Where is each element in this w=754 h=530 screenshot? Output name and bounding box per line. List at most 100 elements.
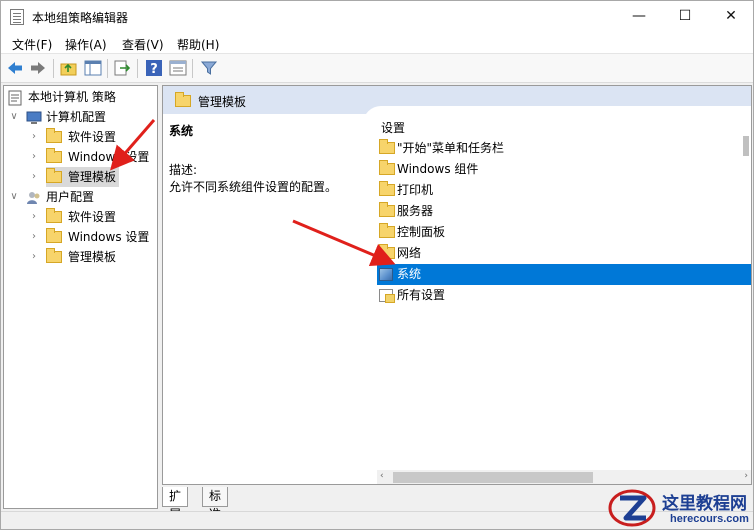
tree-item-label: 管理模板 <box>68 250 117 264</box>
details-pane: 管理模板 系统 描述: 允许不同系统组件设置的配置。 设置 "开始"菜单和任务栏… <box>162 85 752 485</box>
tree-user-software-settings[interactable]: 软件设置 <box>46 207 116 227</box>
watermark-url: herecours.com <box>670 513 749 525</box>
watermark-title: 这里教程网 <box>662 494 747 514</box>
description-text: 允许不同系统组件设置的配置。 <box>169 180 338 194</box>
up-folder-icon[interactable] <box>60 59 78 77</box>
description-panel: 系统 描述: 允许不同系统组件设置的配置。 <box>169 122 359 195</box>
filter-icon[interactable] <box>200 59 218 77</box>
chevron-right-icon[interactable]: › <box>29 207 39 227</box>
chevron-right-icon[interactable]: › <box>29 227 39 247</box>
folder-icon <box>46 247 62 263</box>
all-settings-icon <box>379 289 395 303</box>
list-item-label: 系统 <box>397 267 422 281</box>
maximize-button[interactable]: ☐ <box>662 1 708 32</box>
users-icon <box>27 191 40 204</box>
computer-icon <box>26 111 42 124</box>
list-item-all-settings[interactable]: 所有设置 <box>377 285 751 306</box>
tree-user-config[interactable]: 用户配置 <box>26 187 94 207</box>
folder-icon <box>379 243 395 259</box>
tree-item-label: Windows 设置 <box>68 230 150 244</box>
list-item-printers[interactable]: 打印机 <box>377 180 751 201</box>
tree-computer-config[interactable]: 计算机配置 <box>26 107 106 127</box>
tab-extended[interactable]: 扩展 <box>162 487 189 521</box>
tree-pane: 本地计算机 策略 ∨ 计算机配置 › 软件设置 › Windows 设置 › 管… <box>3 85 158 509</box>
horizontal-scroll-thumb[interactable] <box>393 472 593 483</box>
forward-arrow-icon[interactable] <box>29 59 47 77</box>
scroll-right-icon[interactable]: › <box>744 471 748 481</box>
list-item-label: "开始"菜单和任务栏 <box>397 141 505 155</box>
chevron-right-icon[interactable]: › <box>29 247 39 267</box>
back-arrow-icon[interactable] <box>6 59 24 77</box>
list-item-start-menu[interactable]: "开始"菜单和任务栏 <box>377 138 751 159</box>
folder-icon <box>379 201 395 217</box>
tree-windows-settings[interactable]: Windows 设置 <box>46 147 149 167</box>
chevron-down-icon[interactable]: ∨ <box>9 107 19 127</box>
folder-icon <box>46 207 62 223</box>
close-button[interactable]: ✕ <box>708 1 754 32</box>
list-item-windows-components[interactable]: Windows 组件 <box>377 159 751 180</box>
description-label: 描述: <box>169 163 198 177</box>
tree-item-label: Windows 设置 <box>68 150 150 164</box>
export-list-icon[interactable] <box>113 59 131 77</box>
policy-document-icon <box>8 90 22 105</box>
menu-view[interactable]: 查看(V) <box>122 36 164 53</box>
system-folder-icon <box>379 268 393 281</box>
title-bar: 本地组策略编辑器 — ☐ ✕ <box>1 1 753 32</box>
list-item-label: Windows 组件 <box>397 162 479 176</box>
tab-standard[interactable]: 标准 <box>202 487 229 521</box>
folder-icon <box>46 147 62 163</box>
folder-icon <box>46 227 62 243</box>
watermark: 这里教程网 herecours.com <box>604 486 754 530</box>
scroll-left-icon[interactable]: ‹ <box>380 471 384 481</box>
chevron-down-icon[interactable]: ∨ <box>9 187 19 207</box>
folder-icon <box>46 127 62 143</box>
chevron-right-icon[interactable]: › <box>29 147 39 167</box>
list-item-label: 控制面板 <box>397 225 446 239</box>
settings-list: 设置 "开始"菜单和任务栏 Windows 组件 打印机 服务器 控制面板 网络… <box>363 106 751 484</box>
window-title: 本地组策略编辑器 <box>32 11 129 25</box>
tree-admin-templates[interactable]: 管理模板 <box>46 167 120 187</box>
list-item-control-panel[interactable]: 控制面板 <box>377 222 751 243</box>
tree-root[interactable]: 本地计算机 策略 <box>8 87 116 107</box>
tree-user-windows-settings[interactable]: Windows 设置 <box>46 227 149 247</box>
selected-item-name: 系统 <box>169 124 194 138</box>
folder-icon <box>379 222 395 238</box>
help-icon[interactable]: ? <box>145 59 163 77</box>
properties-icon[interactable] <box>169 59 187 77</box>
list-item-network[interactable]: 网络 <box>377 243 751 264</box>
list-item-system[interactable]: 系统 <box>377 264 751 285</box>
tree-item-label: 管理模板 <box>68 170 117 184</box>
list-item-label: 所有设置 <box>397 288 446 302</box>
svg-text:?: ? <box>150 62 158 77</box>
tree-root-label: 本地计算机 策略 <box>28 90 116 104</box>
folder-icon <box>379 159 395 175</box>
tree-user-admin-templates[interactable]: 管理模板 <box>46 247 116 267</box>
menu-file[interactable]: 文件(F) <box>12 36 52 53</box>
menu-bar: 文件(F) 操作(A) 查看(V) 帮助(H) <box>1 32 753 54</box>
list-item-label: 服务器 <box>397 204 434 218</box>
tree-item-label: 软件设置 <box>68 130 117 144</box>
minimize-button[interactable]: — <box>616 1 662 32</box>
tree-item-label: 软件设置 <box>68 210 117 224</box>
chevron-right-icon[interactable]: › <box>29 167 39 187</box>
folder-icon <box>46 167 62 183</box>
tree-user-label: 用户配置 <box>46 190 95 204</box>
show-hide-tree-icon[interactable] <box>84 59 102 77</box>
group-policy-window: 本地组策略编辑器 — ☐ ✕ 文件(F) 操作(A) 查看(V) 帮助(H) ?… <box>0 0 754 530</box>
toolbar: ? <box>1 54 753 83</box>
list-item-label: 网络 <box>397 246 422 260</box>
list-item-label: 打印机 <box>397 183 434 197</box>
menu-help[interactable]: 帮助(H) <box>177 36 219 53</box>
folder-icon <box>379 138 395 154</box>
menu-action[interactable]: 操作(A) <box>65 36 107 53</box>
folder-icon <box>379 180 395 196</box>
list-item-server[interactable]: 服务器 <box>377 201 751 222</box>
tree-software-settings[interactable]: 软件设置 <box>46 127 116 147</box>
policy-editor-icon <box>10 9 24 25</box>
chevron-right-icon[interactable]: › <box>29 127 39 147</box>
watermark-logo-icon <box>608 489 656 527</box>
tree-computer-label: 计算机配置 <box>46 110 107 124</box>
details-header-title: 管理模板 <box>198 95 247 109</box>
horizontal-scrollbar[interactable]: ‹ › <box>377 470 751 484</box>
column-header-setting[interactable]: 设置 <box>381 119 405 136</box>
